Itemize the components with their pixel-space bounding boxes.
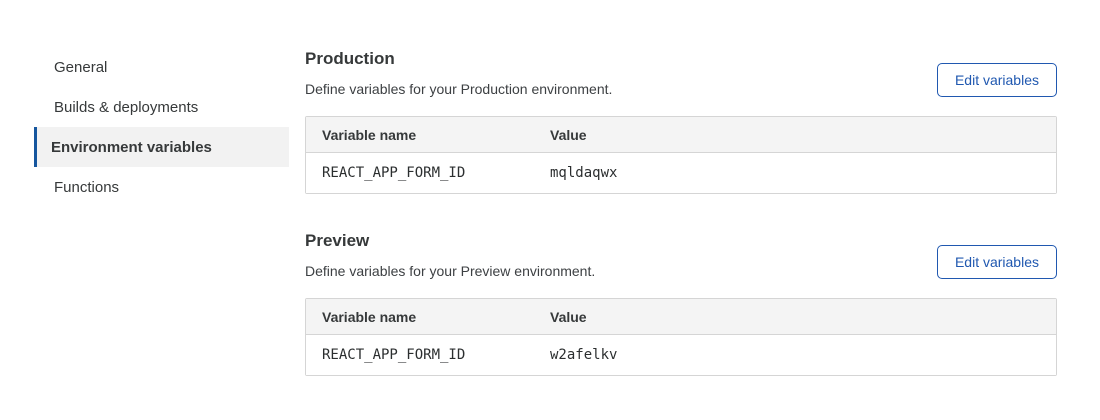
sidebar-item-environment-variables[interactable]: Environment variables — [34, 127, 289, 167]
preview-section: Preview Define variables for your Previe… — [305, 230, 1057, 376]
production-section: Production Define variables for your Pro… — [305, 48, 1057, 194]
variable-name-cell: REACT_APP_FORM_ID — [306, 153, 534, 193]
value-column-header: Value — [534, 299, 1056, 335]
variable-value-cell: mqldaqwx — [534, 153, 1056, 193]
value-column-header: Value — [534, 117, 1056, 153]
preview-edit-variables-button[interactable]: Edit variables — [937, 245, 1057, 279]
table-header-row: Variable name Value — [306, 117, 1056, 153]
sidebar-item-label: Environment variables — [51, 139, 212, 156]
sidebar-item-general[interactable]: General — [34, 47, 289, 87]
production-variables-table: Variable name Value REACT_APP_FORM_ID mq… — [305, 116, 1057, 194]
variable-name-cell: REACT_APP_FORM_ID — [306, 335, 534, 375]
sidebar-item-builds-deployments[interactable]: Builds & deployments — [34, 87, 289, 127]
variable-value-cell: w2afelkv — [534, 335, 1056, 375]
production-edit-variables-button[interactable]: Edit variables — [937, 63, 1057, 97]
sidebar-item-label: General — [54, 59, 107, 76]
environment-variables-panel: Production Define variables for your Pro… — [305, 48, 1057, 376]
sidebar-item-label: Functions — [54, 179, 119, 196]
variable-name-column-header: Variable name — [306, 117, 534, 153]
variable-name-column-header: Variable name — [306, 299, 534, 335]
settings-sidebar: General Builds & deployments Environment… — [34, 47, 289, 207]
preview-variables-table: Variable name Value REACT_APP_FORM_ID w2… — [305, 298, 1057, 376]
sidebar-item-functions[interactable]: Functions — [34, 167, 289, 207]
table-header-row: Variable name Value — [306, 299, 1056, 335]
table-row: REACT_APP_FORM_ID mqldaqwx — [306, 153, 1056, 193]
sidebar-item-label: Builds & deployments — [54, 99, 198, 116]
table-row: REACT_APP_FORM_ID w2afelkv — [306, 335, 1056, 375]
